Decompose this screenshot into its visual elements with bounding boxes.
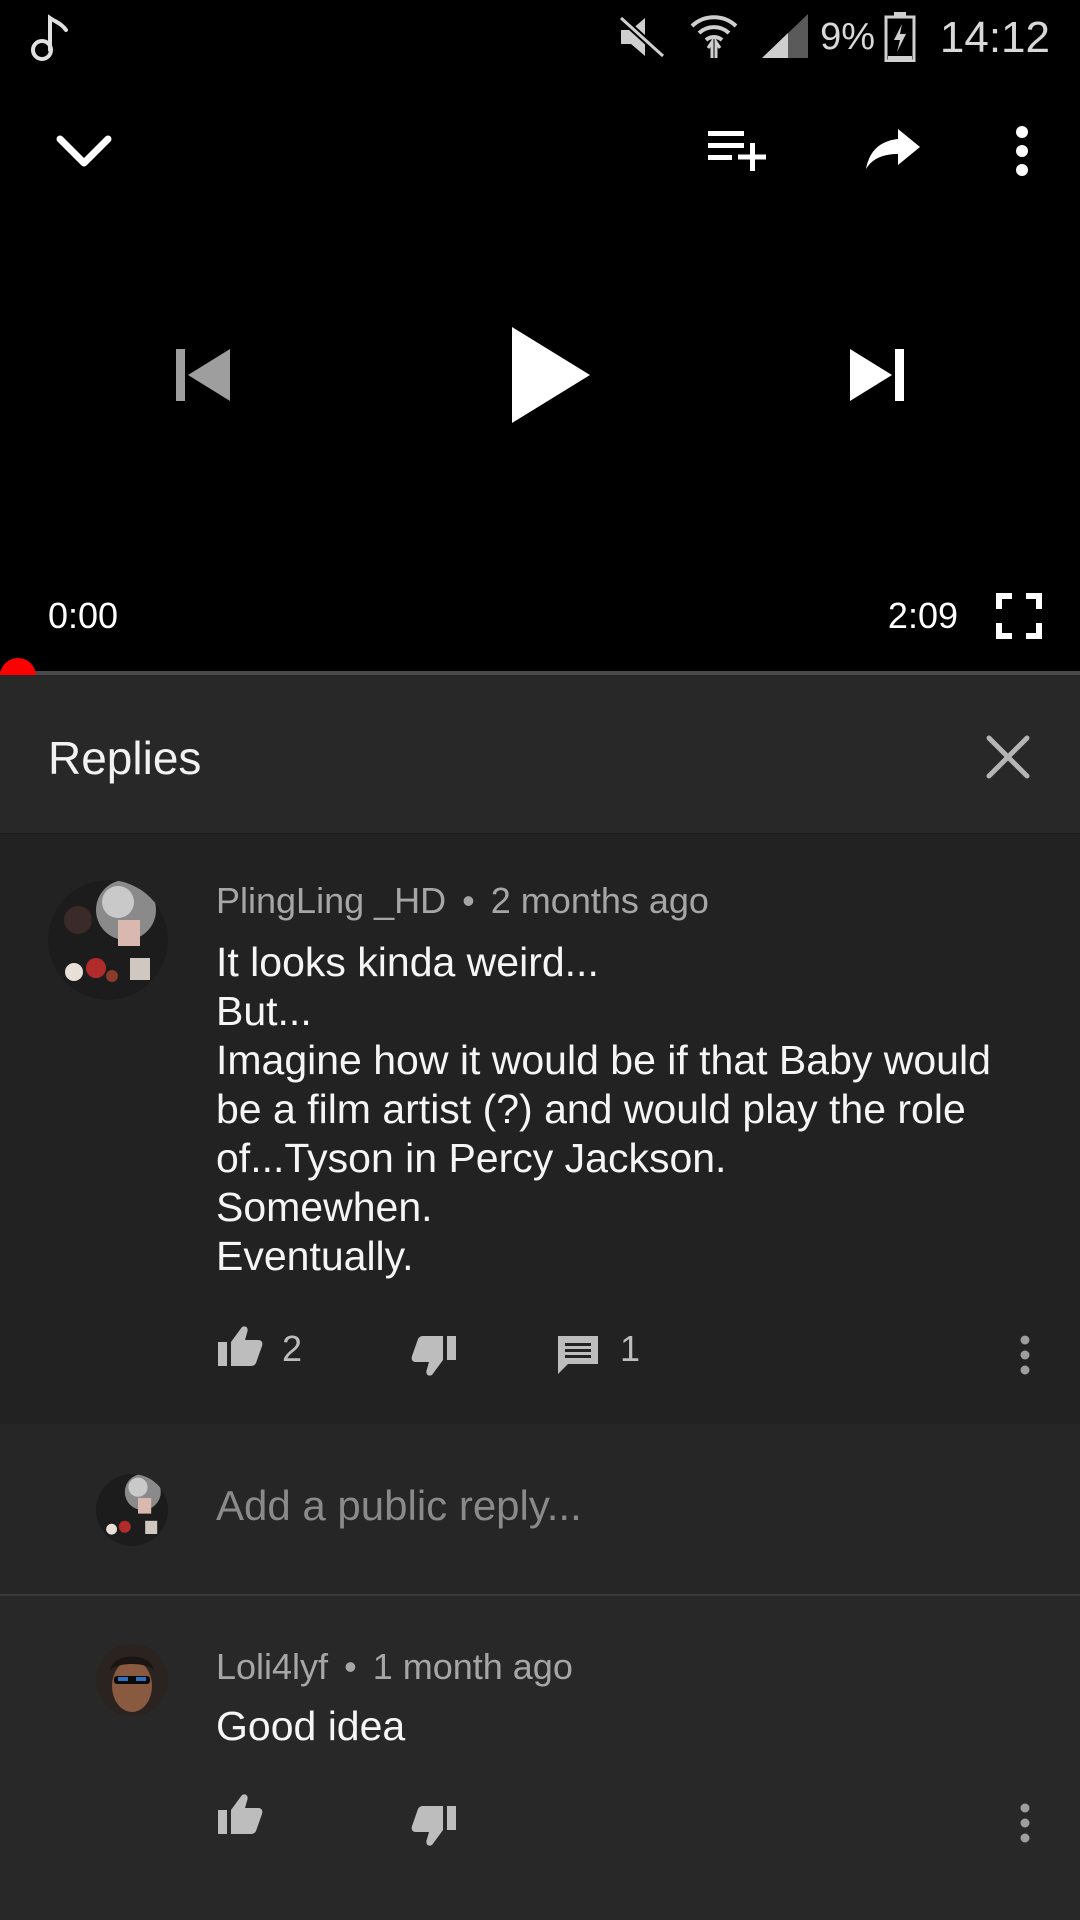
signal-icon — [760, 12, 810, 60]
share-icon[interactable] — [864, 127, 922, 171]
avatar — [96, 1474, 168, 1546]
comment-more-icon[interactable] — [1018, 1334, 1032, 1376]
comment-meta: Loli4lyf • 1 month ago — [216, 1646, 573, 1688]
like-count: 2 — [282, 1328, 303, 1369]
comment-text: Good idea — [216, 1703, 406, 1749]
video-player[interactable]: 0:00 2:09 — [0, 75, 1080, 673]
reply: Loli4lyf • 1 month ago Good idea — [0, 1596, 1080, 1920]
next-icon[interactable] — [846, 347, 906, 403]
battery-percent: 9% — [820, 16, 875, 58]
play-icon[interactable] — [508, 325, 592, 425]
clock: 14:12 — [939, 13, 1050, 62]
comment-more-icon[interactable] — [1018, 1802, 1032, 1844]
meta-separator: • — [462, 880, 475, 921]
like-icon[interactable] — [216, 1792, 264, 1836]
mute-icon — [617, 14, 667, 60]
like-icon[interactable] — [216, 1324, 264, 1368]
comment-age: 2 months ago — [490, 880, 709, 921]
duration: 2:09 — [887, 595, 958, 636]
more-vert-icon[interactable] — [1012, 125, 1032, 177]
current-time: 0:00 — [48, 595, 119, 636]
meta-separator: • — [344, 1646, 357, 1687]
comment: PlingLing _HD • 2 months ago It looks ki… — [0, 834, 1080, 1424]
comment-author[interactable]: Loli4lyf — [216, 1646, 328, 1687]
music-note-icon — [28, 12, 72, 62]
comment-author[interactable]: PlingLing _HD — [216, 880, 446, 921]
reply-count: 1 — [620, 1328, 641, 1369]
avatar[interactable] — [48, 880, 168, 1000]
previous-icon[interactable] — [174, 347, 234, 403]
reply-input[interactable] — [216, 1482, 996, 1530]
dislike-icon[interactable] — [410, 1334, 458, 1378]
comment-meta: PlingLing _HD • 2 months ago — [216, 880, 709, 922]
reply-input-row — [0, 1424, 1080, 1596]
close-icon[interactable] — [986, 735, 1030, 779]
avatar[interactable] — [96, 1644, 168, 1716]
wifi-icon — [688, 8, 740, 60]
add-to-queue-icon[interactable] — [706, 127, 770, 173]
dislike-icon[interactable] — [410, 1804, 458, 1848]
comment-age: 1 month ago — [372, 1646, 573, 1687]
chevron-down-icon[interactable] — [54, 131, 114, 171]
status-bar: 9% 14:12 — [0, 0, 1080, 75]
replies-header: Replies — [0, 675, 1080, 834]
comment-text: It looks kinda weird... But... Imagine h… — [216, 939, 991, 1279]
battery-icon — [884, 12, 916, 62]
reply-icon[interactable] — [556, 1334, 600, 1376]
fullscreen-icon[interactable] — [996, 593, 1042, 639]
replies-title: Replies — [48, 732, 202, 784]
